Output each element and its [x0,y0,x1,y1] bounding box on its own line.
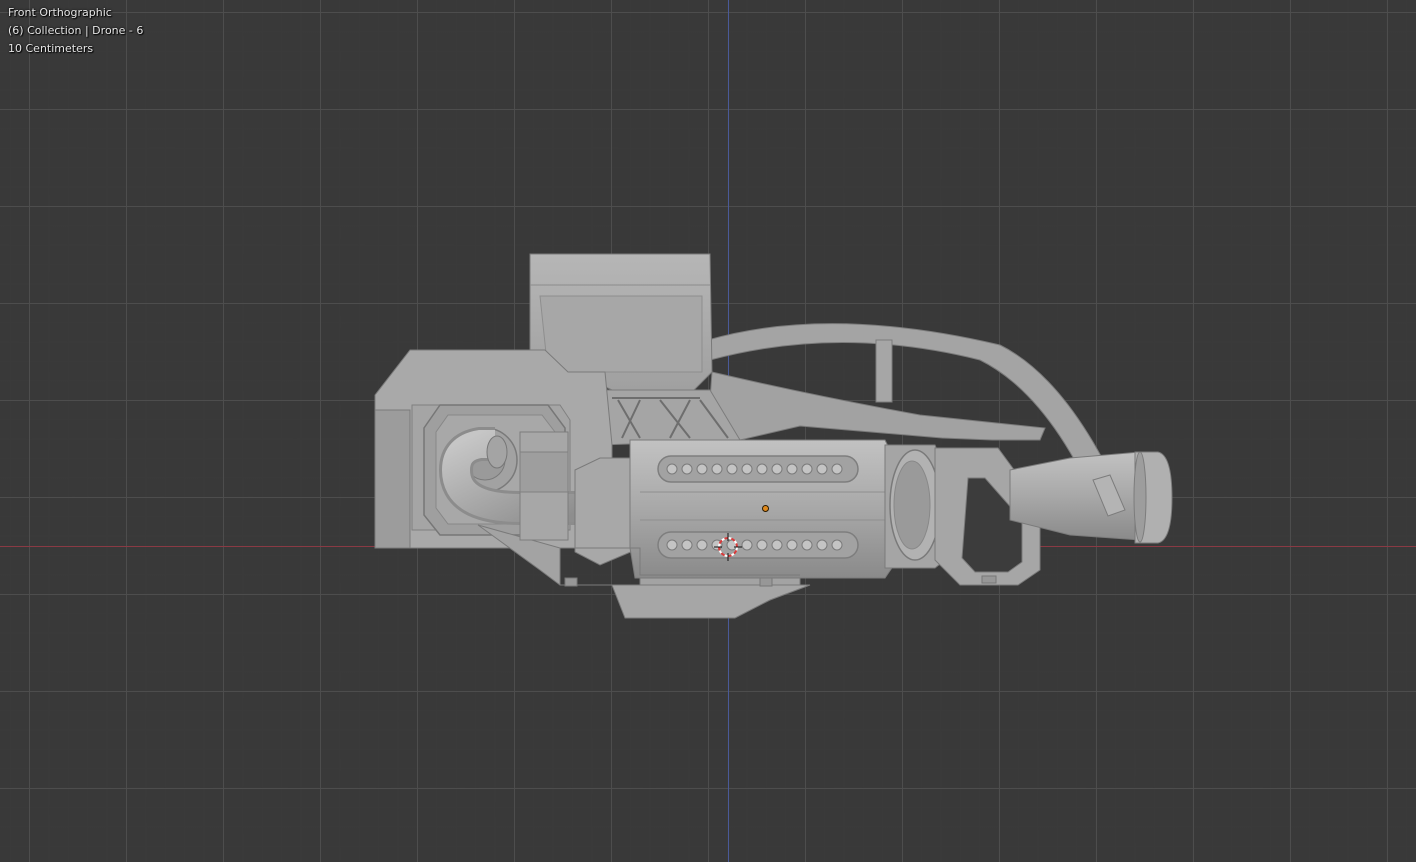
3d-viewport[interactable]: Front Orthographic (6) Collection | Dron… [0,0,1416,862]
viewport-info-overlay: Front Orthographic (6) Collection | Dron… [8,4,143,58]
mast [875,339,893,403]
object-origin-icon [762,505,769,512]
view-name: Front Orthographic [8,6,112,19]
drone-model[interactable] [0,0,1416,862]
3d-cursor-icon[interactable] [714,533,742,561]
lower-fin [611,584,811,619]
grid-scale: 10 Centimeters [8,42,94,55]
collection-info: (6) Collection | Drone - 6 [8,24,144,37]
